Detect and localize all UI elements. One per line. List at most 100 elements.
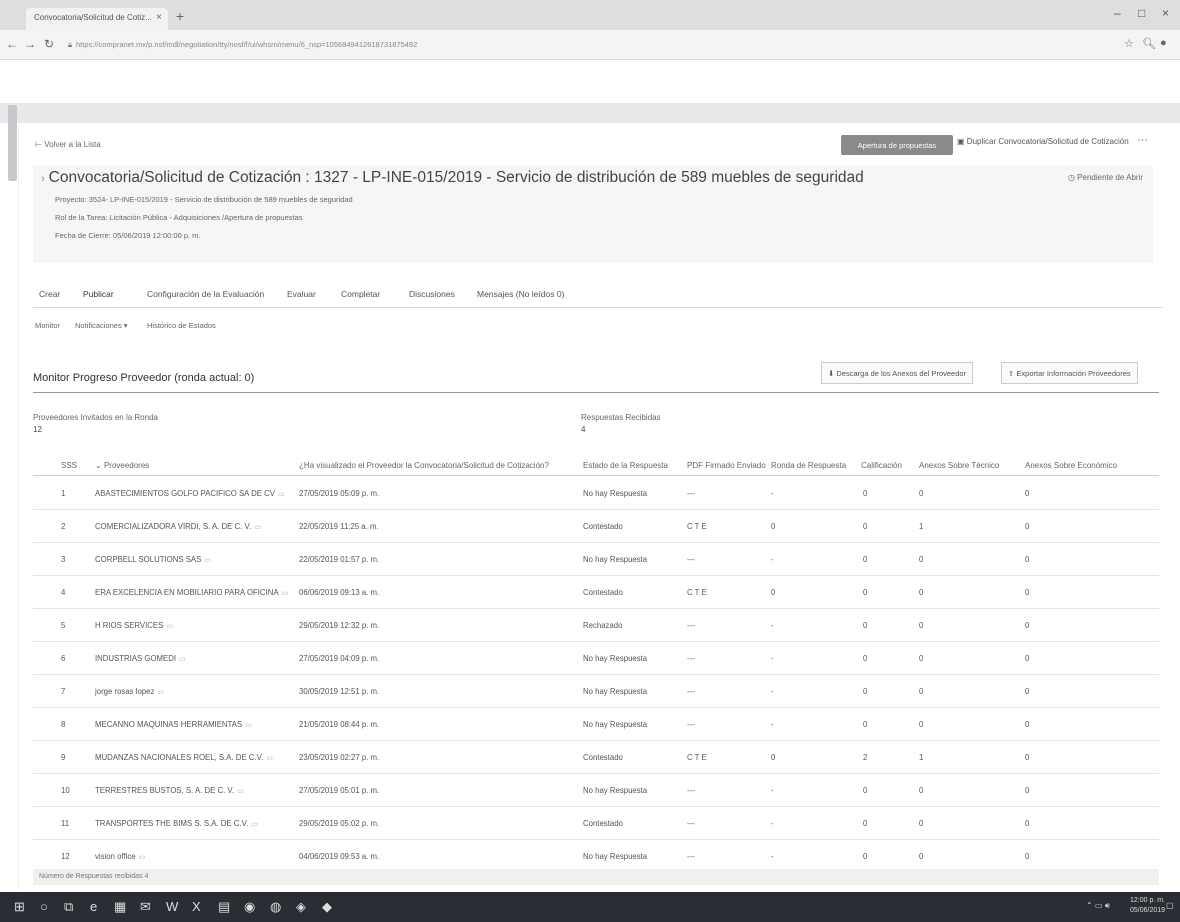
document-icon[interactable]: ▭ — [204, 557, 211, 564]
table-row[interactable]: 3 CORPBELL SOLUTIONS SAS ▭ 22/05/2019 01:57… — [33, 543, 1159, 576]
table-row[interactable]: 4 ERA EXCELENCIA EN MOBILIARIO PARA OFICI… — [33, 576, 1159, 609]
app2-icon[interactable]: ◈ — [296, 899, 306, 915]
store-icon[interactable]: ▦ — [114, 899, 126, 915]
notifications-icon[interactable]: ▢ — [1166, 901, 1174, 910]
tab-mensajes[interactable]: Mensajes (No leídos 0) — [471, 285, 570, 303]
export-suppliers-button[interactable]: ⇪ Exportar Información Proveedores — [1001, 362, 1138, 384]
col-anexos-tecnico[interactable]: Anexos Sobre Técnico — [919, 461, 999, 470]
supplier-name[interactable]: jorge rosas lopez ▭ — [95, 687, 164, 696]
supplier-name[interactable]: TRANSPORTES THE BIMS S. S.A. DE C.V. ▭ — [95, 819, 258, 828]
col-calificacion[interactable]: Calificación — [861, 461, 902, 470]
table-row[interactable]: 5 H RIOS SERVICES ▭ 29/05/2019 12:32 p. m. R… — [33, 609, 1159, 642]
table-row[interactable]: 6 INDUSTRIAS GOMEDI ▭ 27/05/2019 04:09 p. m… — [33, 642, 1159, 675]
document-icon[interactable]: ▭ — [179, 656, 186, 663]
col-estado[interactable]: Estado de la Respuesta — [583, 461, 668, 470]
supplier-name[interactable]: ABASTECIMIENTOS GOLFO PACIFICO SA DE CV ▭ — [95, 489, 285, 498]
forward-arrow-icon[interactable]: → — [24, 37, 36, 51]
col-pdf[interactable]: PDF Firmado Enviado — [687, 461, 766, 470]
document-icon[interactable]: ▭ — [278, 491, 285, 498]
tab-crear[interactable]: Crear — [33, 285, 66, 303]
download-attachments-button[interactable]: ⬇ Descarga de los Anexos del Proveedor — [821, 362, 974, 384]
col-sss[interactable]: SSS — [61, 461, 77, 470]
files-icon[interactable]: ▤ — [218, 899, 230, 915]
col-anexos-economico[interactable]: Anexos Sobre Económico — [1025, 461, 1117, 470]
duplicate-button[interactable]: ▣ Duplicar Convocatoria/Solicitud de Cot… — [957, 137, 1129, 146]
url-field[interactable]: 🔒︎ https://compranet.mx/p.nsf/mdl/negotia… — [68, 36, 1128, 54]
close-window-icon[interactable]: × — [1162, 6, 1169, 20]
supplier-name[interactable]: INDUSTRIAS GOMEDI ▭ — [95, 654, 186, 663]
new-tab-icon[interactable]: + — [176, 8, 184, 24]
supplier-name[interactable]: ERA EXCELENCIA EN MOBILIARIO PARA OFICIN… — [95, 588, 288, 597]
left-rail[interactable] — [8, 105, 17, 181]
response-round-text: - — [771, 852, 774, 861]
excel-icon[interactable]: X — [192, 899, 201, 914]
document-icon[interactable]: ▭ — [282, 590, 289, 597]
collapse-chevron-icon[interactable]: › — [41, 173, 45, 185]
chrome-icon[interactable]: ◉ — [244, 899, 255, 915]
table-row[interactable]: 2 COMERCIALIZADORA VIRDI, S. A. DE C. V. ▭… — [33, 510, 1159, 543]
table-row[interactable]: 1 ABASTECIMIENTOS GOLFO PACIFICO SA DE CV… — [33, 477, 1159, 510]
search-icon[interactable]: 🔍︎ — [1142, 37, 1156, 50]
col-ronda[interactable]: Ronda de Respuesta — [771, 461, 846, 470]
word-icon[interactable]: W — [166, 899, 178, 914]
supplier-name[interactable]: MECANNO MAQUINAS HERRAMIENTAS ▭ — [95, 720, 252, 729]
table-row[interactable]: 7 jorge rosas lopez ▭ 30/05/2019 12:51 p. m… — [33, 675, 1159, 708]
table-row[interactable]: 8 MECANNO MAQUINAS HERRAMIENTAS ▭ 21/05/201… — [33, 708, 1159, 741]
document-icon[interactable]: ▭ — [237, 788, 244, 795]
back-to-list-link[interactable]: ⊢ Volver a la Lista — [35, 140, 101, 149]
tab-discusiones[interactable]: Discusiones — [403, 285, 461, 303]
pdf-sent: C T E — [687, 522, 707, 531]
reload-icon[interactable]: ↻ — [44, 37, 54, 51]
clock[interactable]: 12:00 p. m. 05/06/2019 — [1130, 896, 1165, 916]
tray-icons[interactable]: ⌃ ▭ 🔊︎ — [1086, 901, 1110, 911]
tab-completar[interactable]: Completar — [335, 285, 386, 303]
subtab-notificaciones[interactable]: Notificaciones ▾ — [75, 321, 128, 330]
search-taskbar-icon[interactable]: ○ — [40, 899, 48, 914]
document-icon[interactable]: ▭ — [245, 722, 252, 729]
pdf-sent-text: --- — [687, 786, 695, 795]
table-row[interactable]: 10 TERRESTRES BUSTOS, S. A. DE C. V. ▭ 27/0… — [33, 774, 1159, 807]
supplier-name[interactable]: COMERCIALIZADORA VIRDI, S. A. DE C. V. ▭ — [95, 522, 261, 531]
document-icon[interactable]: ▭ — [139, 854, 146, 861]
browser-tab[interactable]: Convocatoria/Solicitud de Cotiz... × — [26, 8, 168, 30]
technical-attachments-text: 1 — [919, 522, 924, 531]
tab-configuracion[interactable]: Configuración de la Evaluación — [141, 285, 270, 303]
supplier-name[interactable]: H RIOS SERVICES ▭ — [95, 621, 173, 630]
windows-start-icon[interactable]: ⊞ — [14, 899, 25, 915]
document-icon[interactable]: ▭ — [266, 755, 273, 762]
more-actions-button[interactable]: ··· — [1137, 134, 1148, 146]
edge-icon[interactable]: e — [90, 899, 97, 914]
col-proveedores[interactable]: ⌄ Proveedores — [95, 461, 149, 470]
app-icon[interactable]: ◍ — [270, 899, 281, 915]
supplier-name[interactable]: CORPBELL SOLUTIONS SAS ▭ — [95, 555, 211, 564]
table-row[interactable]: 9 MUDANZAS NACIONALES ROEL, S.A. DE C.V. ▭… — [33, 741, 1159, 774]
back-arrow-icon[interactable]: ← — [6, 37, 18, 51]
document-icon[interactable]: ▭ — [251, 821, 258, 828]
outlook-icon[interactable]: ✉ — [140, 899, 151, 915]
tab-evaluar[interactable]: Evaluar — [281, 285, 322, 303]
status-badge: ◷ Pendiente de Abrir — [1068, 173, 1143, 182]
tab-publicar[interactable]: Publicar — [77, 285, 120, 303]
maximize-icon[interactable]: □ — [1138, 6, 1145, 20]
document-icon[interactable]: ▭ — [254, 524, 261, 531]
document-icon[interactable]: ▭ — [166, 623, 173, 630]
task-view-icon[interactable]: ⧉ — [64, 899, 73, 915]
open-proposals-button[interactable]: Apertura de propuestas — [841, 135, 953, 155]
table-row[interactable]: 11 TRANSPORTES THE BIMS S. S.A. DE C.V. ▭ 2… — [33, 807, 1159, 840]
app3-icon[interactable]: ◆ — [322, 899, 332, 915]
pdf-sent: --- — [687, 852, 695, 861]
subtab-monitor[interactable]: Monitor — [35, 321, 60, 330]
supplier-name[interactable]: TERRESTRES BUSTOS, S. A. DE C. V. ▭ — [95, 786, 244, 795]
supplier-name[interactable]: MUDANZAS NACIONALES ROEL, S.A. DE C.V. ▭ — [95, 753, 273, 762]
star-icon[interactable]: ☆ — [1124, 37, 1134, 50]
col-visualizado[interactable]: ¿Ha visualizado el Proveedor la Convocat… — [299, 461, 549, 470]
export-icon: ⇪ — [1008, 369, 1015, 378]
pdf-sent: --- — [687, 687, 695, 696]
subtab-historico[interactable]: Histórico de Estados — [147, 321, 216, 330]
supplier-name[interactable]: vision office ▭ — [95, 852, 145, 861]
extension-icon[interactable]: ● — [1160, 37, 1167, 49]
minimize-icon[interactable]: – — [1114, 6, 1121, 20]
response-status-text: Contestado — [583, 819, 623, 828]
close-tab-icon[interactable]: × — [156, 12, 162, 23]
document-icon[interactable]: ▭ — [157, 689, 164, 696]
